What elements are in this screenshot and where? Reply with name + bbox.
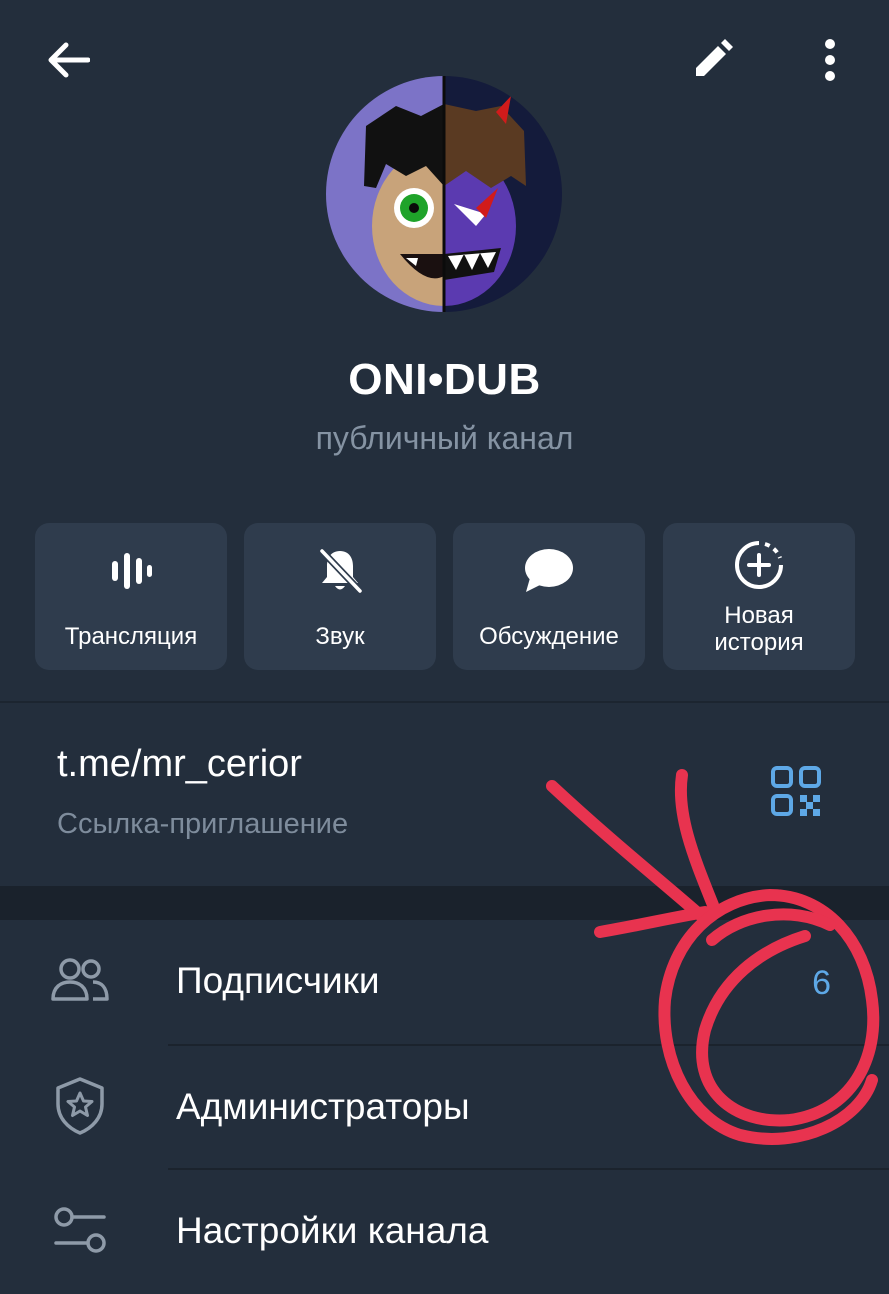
discussion-label: Обсуждение [479,623,619,650]
channel-title: ONI•DUB [348,355,541,404]
menu-item-subscribers[interactable]: Подписчики 6 [0,920,889,1044]
invite-link-caption: Ссылка-приглашение [57,808,349,840]
qr-code-icon [771,766,821,816]
subscribers-count: 6 [812,964,831,1002]
arrow-left-icon [48,42,90,78]
live-stream-button[interactable]: Трансляция [35,523,227,670]
divider [0,701,889,703]
menu-item-administrators[interactable]: Администраторы [0,1046,889,1170]
channel-type: публичный канал [315,420,574,456]
more-vertical-icon [825,39,835,81]
settings-sliders-icon [54,1207,106,1253]
new-story-button[interactable]: Новая история [663,523,855,670]
users-icon [51,958,109,1001]
channel-avatar[interactable] [326,76,562,312]
sound-button[interactable]: Звук [244,523,436,670]
menu-item-administrators-label: Администраторы [176,1086,470,1127]
live-stream-icon [112,553,152,589]
new-story-label-line1: Новая [724,602,794,629]
chat-bubble-icon [525,549,573,592]
back-button[interactable] [38,32,98,88]
bell-off-icon [319,548,363,594]
more-options-button[interactable] [800,30,860,90]
qr-code-button[interactable] [770,765,830,825]
menu-item-channel-settings-label: Настройки канала [176,1210,489,1251]
menu-item-channel-settings[interactable]: Настройки канала [0,1170,889,1294]
new-story-label-line2: история [714,629,804,656]
invite-link[interactable]: t.me/mr_cerior [57,743,302,786]
new-story-icon [735,541,783,589]
shield-star-icon [56,1077,104,1135]
action-buttons: Трансляция Звук Обсуждение Новая история [35,523,855,670]
discussion-button[interactable]: Обсуждение [453,523,645,670]
sound-label: Звук [315,623,365,650]
menu-item-subscribers-label: Подписчики [176,960,380,1001]
pencil-icon [696,39,733,76]
edit-button[interactable] [680,32,744,88]
live-stream-label: Трансляция [64,623,198,650]
section-separator [0,886,889,920]
